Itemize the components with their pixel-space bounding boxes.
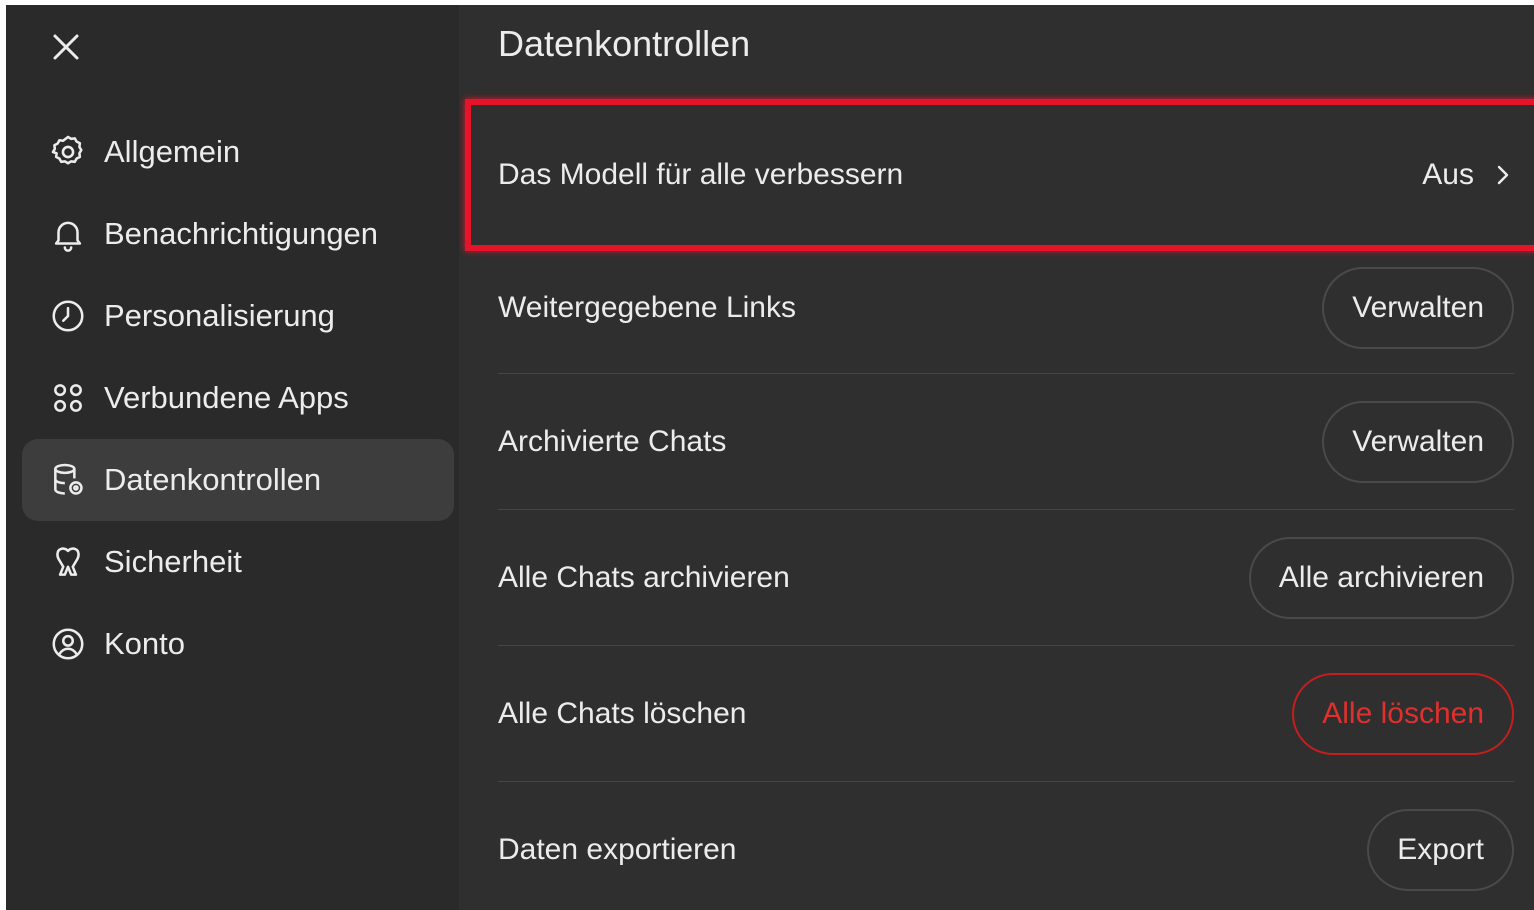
setting-row-shared-links: Weitergegebene Links Verwalten — [498, 240, 1514, 376]
sidebar-item-label: Personalisierung — [104, 298, 335, 333]
sidebar-item-datenkontrollen[interactable]: Datenkontrollen — [22, 439, 454, 521]
account-icon — [48, 624, 88, 664]
gear-icon — [48, 132, 88, 172]
export-button[interactable]: Export — [1367, 808, 1514, 891]
setting-label: Daten exportieren — [498, 832, 737, 866]
setting-label: Archivierte Chats — [498, 424, 727, 458]
setting-row-delete-all: Alle Chats löschen Alle löschen — [498, 645, 1514, 781]
setting-value: Aus — [1422, 158, 1474, 191]
sidebar-item-label: Benachrichtigungen — [104, 216, 379, 251]
sidebar-item-label: Sicherheit — [104, 544, 242, 579]
page-title: Datenkontrollen — [498, 23, 751, 64]
manage-archived-chats-button[interactable]: Verwalten — [1322, 400, 1514, 483]
sidebar-item-label: Allgemein — [104, 134, 241, 169]
close-button[interactable] — [46, 27, 86, 67]
sidebar-item-verbundene-apps[interactable]: Verbundene Apps — [22, 357, 454, 439]
sidebar-item-label: Konto — [104, 626, 186, 661]
chevron-right-icon — [1497, 165, 1509, 185]
sidebar-item-personalisierung[interactable]: Personalisierung — [22, 275, 454, 357]
main-panel: Datenkontrollen Das Modell für alle verb… — [459, 5, 1534, 910]
close-icon[interactable] — [51, 32, 81, 62]
improve-model-toggle[interactable]: Aus — [1422, 158, 1514, 192]
setting-label: Alle Chats löschen — [498, 696, 747, 730]
setting-row-export-data: Daten exportieren Export — [498, 781, 1514, 910]
sidebar: Allgemein Benachrichtigungen Personalisi… — [6, 5, 459, 910]
bell-icon — [48, 214, 88, 254]
sidebar-item-label: Datenkontrollen — [104, 462, 322, 497]
database-gear-icon — [48, 460, 88, 500]
setting-row-archived-chats: Archivierte Chats Verwalten — [498, 373, 1514, 509]
archive-all-button[interactable]: Alle archivieren — [1248, 536, 1514, 619]
setting-label: Weitergegebene Links — [498, 291, 796, 324]
sidebar-item-label: Verbundene Apps — [104, 380, 349, 415]
settings-dialog: Allgemein Benachrichtigungen Personalisi… — [6, 5, 1534, 910]
sidebar-nav: Allgemein Benachrichtigungen Personalisi… — [22, 111, 454, 685]
setting-label: Das Modell für alle verbessern — [498, 158, 904, 191]
manage-shared-links-button[interactable]: Verwalten — [1322, 267, 1514, 349]
sidebar-item-konto[interactable]: Konto — [22, 603, 454, 685]
setting-row-archive-all: Alle Chats archivieren Alle archivieren — [498, 509, 1514, 645]
setting-row-improve-model[interactable]: Das Modell für alle verbessern Aus — [498, 100, 1514, 250]
apps-icon — [48, 378, 88, 418]
sidebar-item-benachrichtigungen[interactable]: Benachrichtigungen — [22, 193, 454, 275]
sidebar-item-allgemein[interactable]: Allgemein — [22, 111, 454, 193]
personalization-icon — [48, 296, 88, 336]
security-icon — [48, 542, 88, 582]
setting-label: Alle Chats archivieren — [498, 560, 790, 594]
delete-all-button[interactable]: Alle löschen — [1292, 672, 1514, 755]
sidebar-item-sicherheit[interactable]: Sicherheit — [22, 521, 454, 603]
